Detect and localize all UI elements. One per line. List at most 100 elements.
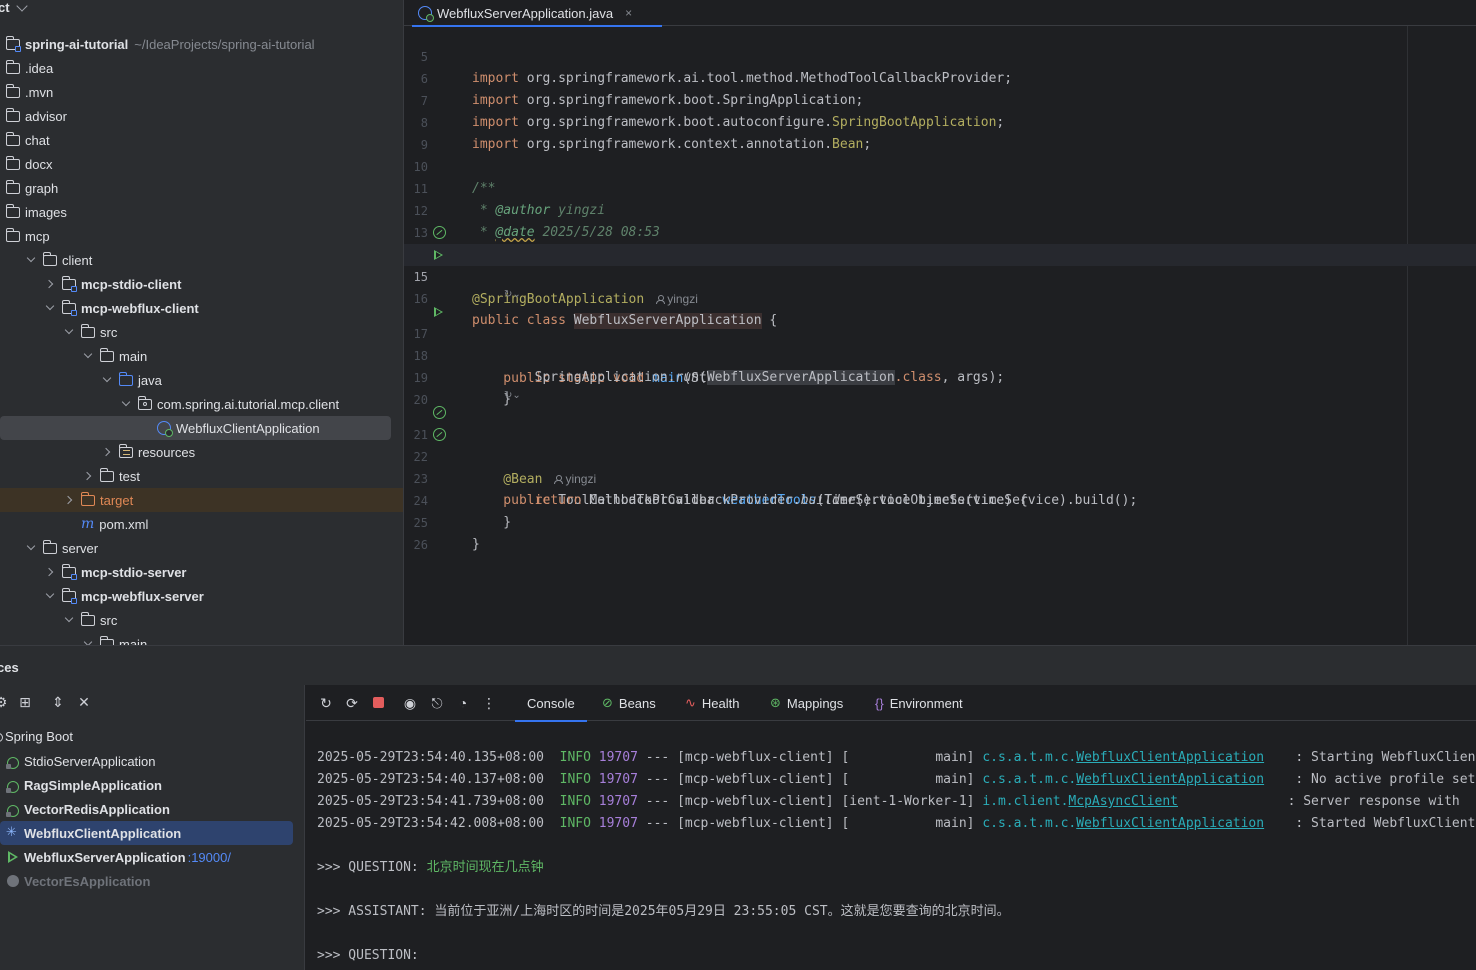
code-line[interactable]: 21 @Bean yingzi xyxy=(404,402,1476,487)
chevron-right-icon[interactable] xyxy=(44,566,56,578)
code-line[interactable]: 12 * @date 2025/5/28 08:53 xyxy=(404,178,1476,240)
tree-item[interactable]: .mvn xyxy=(0,80,403,104)
service-item-stdio-server[interactable]: StdioServerApplication xyxy=(0,749,304,773)
code-line[interactable]: 23 return MethodToolCallbackProvider.bui… xyxy=(404,446,1476,508)
close-icon[interactable]: × xyxy=(625,6,632,20)
tree-item[interactable]: resources xyxy=(0,440,403,464)
tab-beans[interactable]: ⊘ Beans xyxy=(602,685,656,721)
tree-item[interactable]: client xyxy=(0,248,403,272)
code-line[interactable]: 24 } xyxy=(404,468,1476,530)
code-line[interactable]: 14 @SpringBootApplicationyingzi xyxy=(404,222,1476,307)
new-service-icon[interactable]: ⊞ xyxy=(18,695,32,709)
service-item-rag-simple[interactable]: RagSimpleApplication xyxy=(0,773,304,797)
tab-environment[interactable]: {} Environment xyxy=(875,685,963,721)
log-logger[interactable]: c.s.a.t.m.c.WebfluxClientApplication xyxy=(982,750,1264,765)
code-line-current[interactable]: 15 public class WebfluxServerApplication… xyxy=(404,244,1476,329)
chevron-down-icon[interactable] xyxy=(120,398,132,410)
code-vision-hint[interactable]: ↻⌄ xyxy=(504,390,521,401)
chevron-right-icon[interactable] xyxy=(82,470,94,482)
stop-icon[interactable] xyxy=(370,695,386,711)
log-logger-class[interactable]: WebfluxClientApplication xyxy=(1076,750,1264,765)
code-line[interactable]: 5 import org.springframework.ai.tool.met… xyxy=(404,24,1476,86)
run-gutter-icon[interactable] xyxy=(434,250,443,260)
code-editor[interactable]: WebfluxServerApplication.java × 5 import… xyxy=(403,0,1476,645)
tree-item[interactable]: server xyxy=(0,536,403,560)
tree-item[interactable]: main xyxy=(0,344,403,368)
tab-mappings[interactable]: ⊛ Mappings xyxy=(770,685,843,721)
run-gutter-icon[interactable] xyxy=(434,307,443,317)
chevron-down-icon[interactable] xyxy=(25,542,37,554)
collapse-all-icon[interactable]: ✕ xyxy=(77,695,91,709)
log-logger[interactable]: c.s.a.t.m.c.WebfluxClientApplication xyxy=(982,772,1264,787)
chevron-down-icon[interactable] xyxy=(82,350,94,362)
code-line[interactable]: 22 public ToolCallbackProvider weatherTo… xyxy=(404,424,1476,508)
tree-item[interactable]: com.spring.ai.tutorial.mcp.client xyxy=(0,392,403,416)
code-line[interactable]: 9 xyxy=(404,112,1476,152)
tree-item[interactable]: mcp-webflux-client xyxy=(0,296,403,320)
tree-item[interactable]: main xyxy=(0,632,403,645)
chevron-right-icon[interactable] xyxy=(44,278,56,290)
tree-item[interactable]: WebfluxClientApplication xyxy=(0,416,391,440)
log-logger-class[interactable]: WebfluxClientApplication xyxy=(1076,772,1264,787)
expand-all-icon[interactable]: ⇕ xyxy=(51,695,65,709)
tree-item[interactable]: docx xyxy=(0,152,403,176)
chevron-down-icon[interactable] xyxy=(101,374,113,386)
tree-item[interactable]: advisor xyxy=(0,104,403,128)
service-item-vector-es[interactable]: VectorEsApplication xyxy=(0,869,304,893)
more-options-icon[interactable]: ⋮ xyxy=(481,695,497,711)
spring-bean-gutter-icon[interactable] xyxy=(433,226,446,239)
code-line[interactable]: 17 public static void main(String[] args… xyxy=(404,301,1476,386)
tree-item[interactable]: graph xyxy=(0,176,403,200)
service-item-webflux-server[interactable]: WebfluxServerApplication :19000/ xyxy=(0,845,304,869)
chevron-right-icon[interactable] xyxy=(101,446,113,458)
spring-bean-gutter-icon[interactable] xyxy=(433,428,446,441)
tree-item[interactable]: src xyxy=(0,320,403,344)
spring-bean-gutter-icon[interactable] xyxy=(433,406,446,419)
tree-item[interactable]: mcp-stdio-client xyxy=(0,272,403,296)
console-output[interactable]: 2025-05-29T23:54:40.135+08:00 INFO 19707… xyxy=(317,747,1475,963)
chevron-down-icon[interactable] xyxy=(16,0,28,12)
tree-item[interactable]: test xyxy=(0,464,403,488)
chevron-down-icon[interactable] xyxy=(44,302,56,314)
chevron-down-icon[interactable] xyxy=(82,638,94,645)
chevron-down-icon[interactable] xyxy=(63,614,75,626)
tree-item[interactable]: m pom.xml xyxy=(0,512,403,536)
log-logger[interactable]: i.m.client.McpAsyncClient xyxy=(982,794,1178,809)
log-logger-class[interactable]: McpAsyncClient xyxy=(1068,794,1178,809)
tree-item[interactable]: images xyxy=(0,200,403,224)
tree-item[interactable]: mcp-webflux-server xyxy=(0,584,403,608)
code-vision-hint[interactable]: ↻⌄ xyxy=(504,289,521,300)
exit-icon[interactable]: ⎋ xyxy=(429,695,445,711)
code-line[interactable]: 8 import org.springframework.context.ann… xyxy=(404,90,1476,152)
code-line[interactable]: 11 * @author yingzi xyxy=(404,156,1476,218)
chevron-down-icon[interactable] xyxy=(25,254,37,266)
code-line[interactable]: 26 xyxy=(404,512,1476,552)
chevron-right-icon[interactable] xyxy=(63,494,75,506)
code-line[interactable]: 7 import org.springframework.boot.autoco… xyxy=(404,68,1476,130)
editor-tab-webflux-server-application[interactable]: WebfluxServerApplication.java × xyxy=(412,0,663,27)
camera-icon[interactable]: ◉ xyxy=(402,695,418,711)
chevron-down-icon[interactable] xyxy=(63,326,75,338)
service-item-webflux-client[interactable]: WebfluxClientApplication xyxy=(0,821,293,845)
code-line[interactable]: 16 xyxy=(404,266,1476,306)
restart-icon[interactable]: ⟳ xyxy=(344,695,360,711)
code-line[interactable]: 19 } xyxy=(404,345,1476,407)
project-title[interactable]: ct xyxy=(0,0,10,15)
settings-icon[interactable]: ⚙ xyxy=(0,695,8,709)
service-item-vector-redis[interactable]: VectorRedisApplication xyxy=(0,797,304,821)
tree-item[interactable]: src xyxy=(0,608,403,632)
code-line[interactable]: 20 xyxy=(404,367,1476,407)
log-logger-class[interactable]: WebfluxClientApplication xyxy=(1076,816,1264,831)
question-input-line[interactable]: >>> QUESTION: xyxy=(317,945,419,967)
tree-item[interactable]: mcp-stdio-server xyxy=(0,560,403,584)
code-line[interactable]: 18 SpringApplication.run(WebfluxServerAp… xyxy=(404,323,1476,385)
code-line[interactable]: 13 */ xyxy=(404,200,1476,262)
tab-console[interactable]: Console xyxy=(515,685,587,722)
tree-item[interactable]: spring-ai-tutorial ~/IdeaProjects/spring-… xyxy=(0,32,403,56)
tab-health[interactable]: ∿ Health xyxy=(685,685,739,721)
chevron-down-icon[interactable] xyxy=(44,590,56,602)
code-line[interactable]: 10 /** xyxy=(404,134,1476,196)
code-line[interactable]: 6 import org.springframework.boot.Spring… xyxy=(404,46,1476,108)
tree-item[interactable]: mcp xyxy=(0,224,403,248)
service-group-spring-boot[interactable]: Spring Boot xyxy=(0,725,304,749)
